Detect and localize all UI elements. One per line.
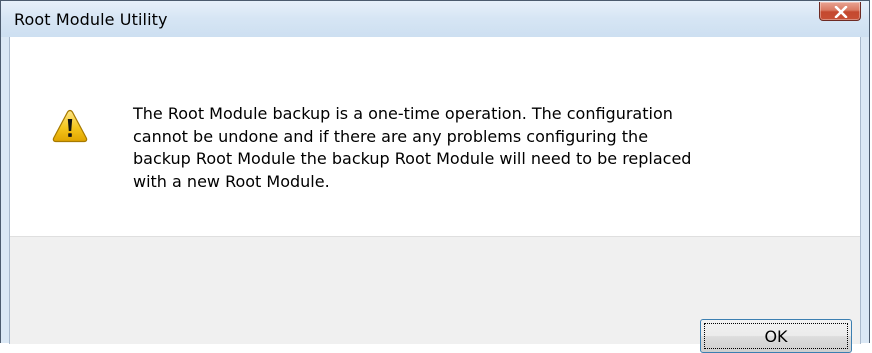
button-bar: OK xyxy=(10,236,860,353)
close-icon xyxy=(834,6,848,18)
window-title: Root Module Utility xyxy=(14,10,168,29)
dialog-window: Root Module Utility The Root Module back… xyxy=(0,0,870,353)
title-bar[interactable]: Root Module Utility xyxy=(1,1,869,37)
close-button[interactable] xyxy=(819,2,861,21)
message-text: The Root Module backup is a one-time ope… xyxy=(133,104,692,191)
message-area: The Root Module backup is a one-time ope… xyxy=(10,37,860,236)
ok-button-label: OK xyxy=(704,323,848,349)
ok-button[interactable]: OK xyxy=(700,319,852,353)
warning-icon xyxy=(52,109,88,143)
dialog-client-area: The Root Module backup is a one-time ope… xyxy=(9,37,861,353)
